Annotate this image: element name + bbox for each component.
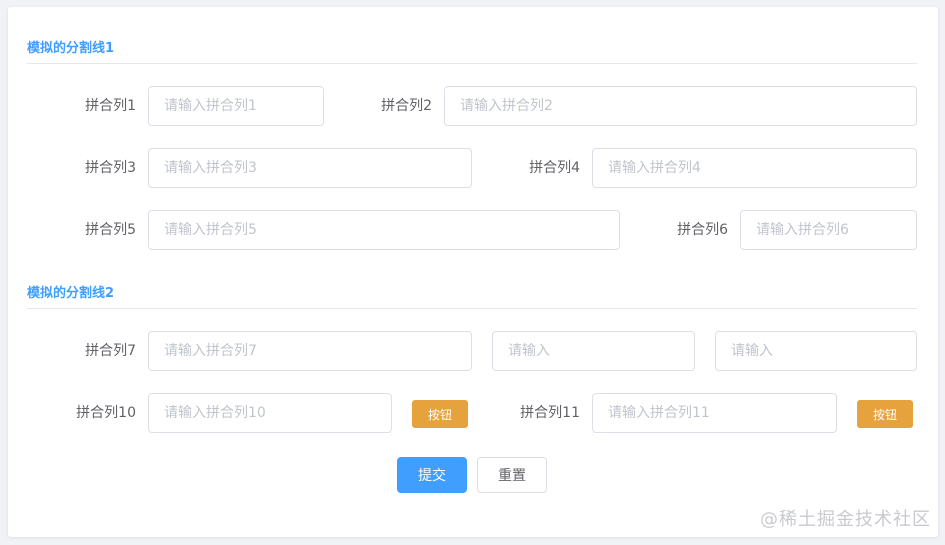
section-title-2: 模拟的分割线2 <box>27 286 115 301</box>
field-10-button[interactable]: 按钮 <box>412 400 468 428</box>
field-input-3[interactable] <box>148 148 472 188</box>
field-input-1[interactable] <box>148 86 324 126</box>
field-label-11: 拼合列11 <box>520 405 580 421</box>
field-input-11[interactable] <box>592 393 837 433</box>
field-label-1: 拼合列1 <box>85 98 136 114</box>
field-input-10[interactable] <box>148 393 392 433</box>
section-title-1: 模拟的分割线1 <box>27 41 115 56</box>
field-label-4: 拼合列4 <box>529 160 580 176</box>
field-input-5[interactable] <box>148 210 620 250</box>
field-input-9[interactable] <box>715 331 917 371</box>
field-label-7: 拼合列7 <box>85 343 136 359</box>
field-input-4[interactable] <box>592 148 917 188</box>
field-input-8[interactable] <box>492 331 695 371</box>
field-input-6[interactable] <box>740 210 917 250</box>
field-input-2[interactable] <box>444 86 917 126</box>
section-divider-1 <box>27 63 917 64</box>
watermark: @稀土掘金技术社区 <box>760 509 931 530</box>
field-label-2: 拼合列2 <box>381 98 432 114</box>
field-label-5: 拼合列5 <box>85 222 136 238</box>
field-label-6: 拼合列6 <box>677 222 728 238</box>
section-divider-2 <box>27 308 917 309</box>
field-label-10: 拼合列10 <box>76 405 136 421</box>
submit-button[interactable]: 提交 <box>397 457 467 493</box>
field-input-7[interactable] <box>148 331 472 371</box>
field-label-3: 拼合列3 <box>85 160 136 176</box>
field-11-button[interactable]: 按钮 <box>857 400 913 428</box>
reset-button[interactable]: 重置 <box>477 457 547 493</box>
